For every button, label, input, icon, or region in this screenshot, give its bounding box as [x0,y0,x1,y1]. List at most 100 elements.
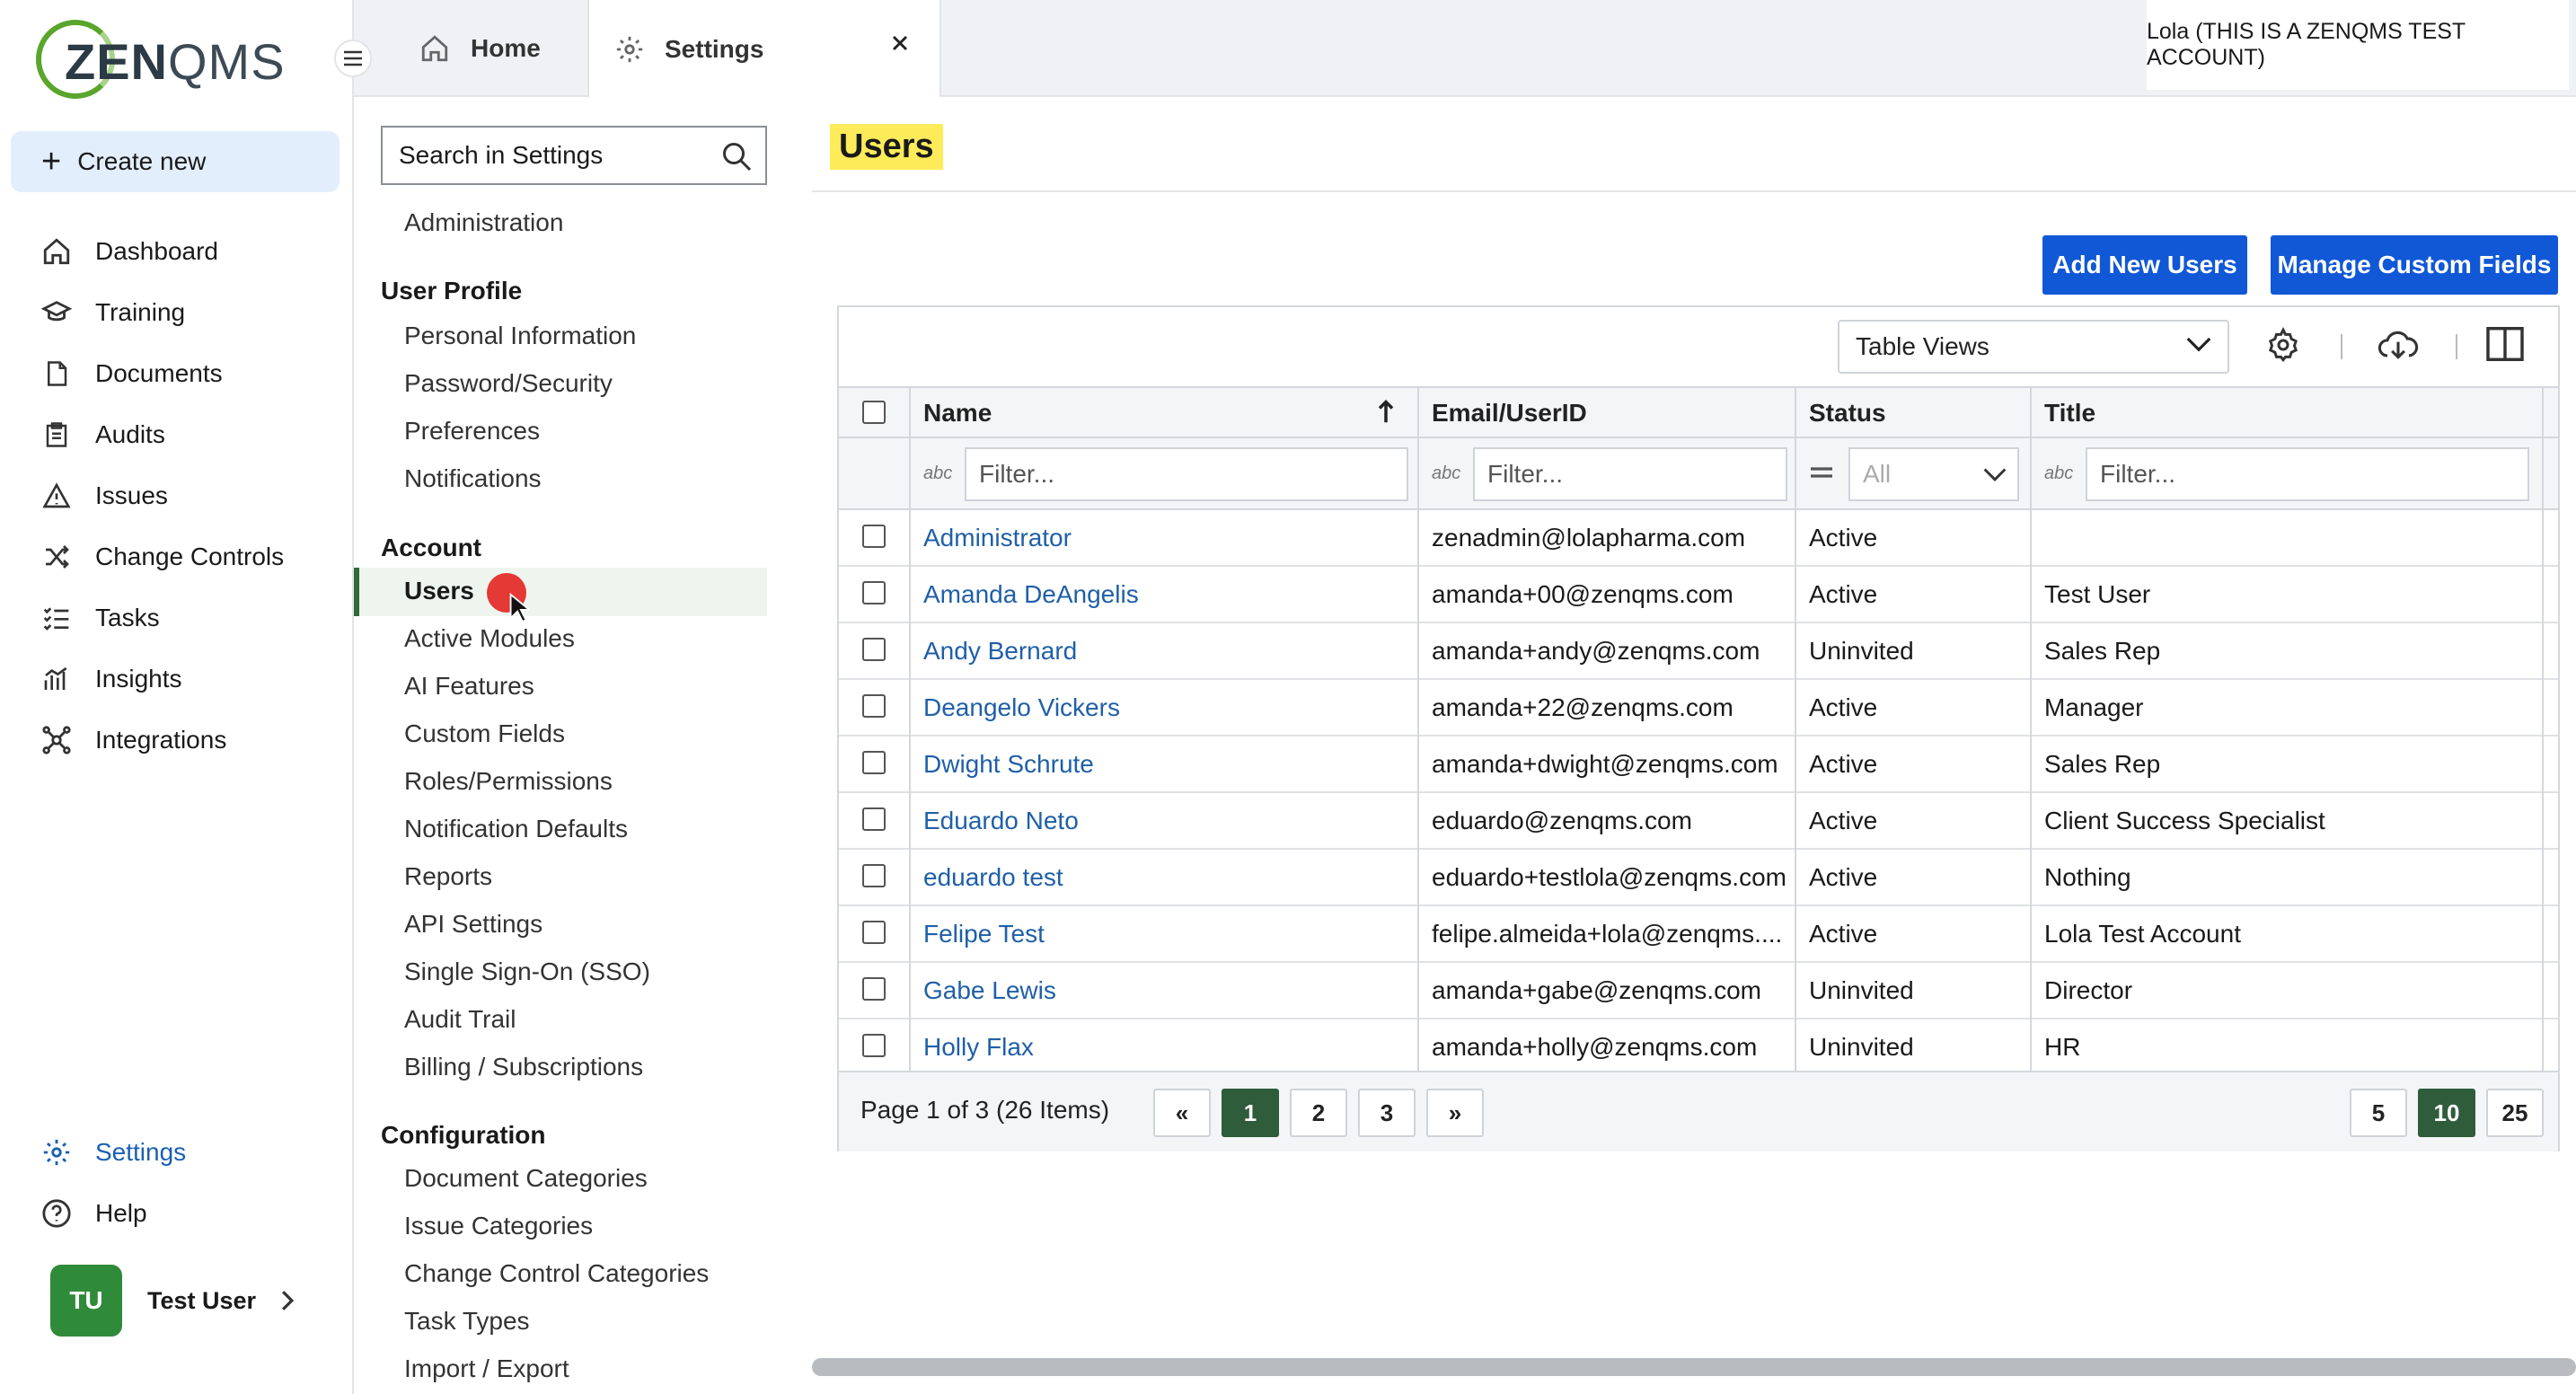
user-name-link[interactable]: Gabe Lewis [923,963,1408,1019]
menu-administration[interactable]: Administration [404,203,563,243]
menu-ai-features[interactable]: AI Features [404,666,534,706]
menu-issue-categories[interactable]: Issue Categories [404,1206,593,1246]
row-checkbox[interactable] [862,525,886,548]
nav-documents[interactable]: Documents [38,351,223,396]
nav-integrations[interactable]: Integrations [38,718,226,763]
table-row[interactable]: Dwight Schrute amanda+dwight@zenqms.com Ac… [839,737,2558,793]
row-checkbox[interactable] [862,921,886,944]
account-label[interactable]: Lola (THIS IS A ZENQMS TEST ACCOUNT) [2147,0,2569,90]
user-name-link[interactable]: Deangelo Vickers [923,680,1408,736]
row-checkbox[interactable] [862,694,886,718]
table-row[interactable]: Deangelo Vickers amanda+22@zenqms.com Acti… [839,680,2558,737]
menu-notifications[interactable]: Notifications [404,459,542,498]
sort-ascending-icon[interactable] [1378,399,1394,424]
page-button-1[interactable]: 1 [1222,1089,1279,1137]
menu-import-export[interactable]: Import / Export [404,1349,569,1389]
menu-audit-trail[interactable]: Audit Trail [404,1000,516,1039]
menu-users[interactable]: Users [404,571,474,611]
nav-tasks[interactable]: Tasks [38,596,160,640]
table-row[interactable]: Holly Flax amanda+holly@zenqms.com Uninvit… [839,1019,2558,1076]
page-size-10[interactable]: 10 [2418,1089,2475,1137]
table-row[interactable]: Gabe Lewis amanda+gabe@zenqms.com Uninvite… [839,963,2558,1019]
menu-notification-defaults[interactable]: Notification Defaults [404,809,628,849]
cloud-download-icon[interactable] [2377,327,2420,363]
user-name-link[interactable]: Dwight Schrute [923,737,1408,792]
menu-document-categories[interactable]: Document Categories [404,1159,648,1198]
nav-training[interactable]: Training [38,290,185,335]
zenqms-logo[interactable]: ZENQMS [36,20,285,99]
create-new-button[interactable]: + Create new [11,131,340,192]
menu-sso[interactable]: Single Sign-On (SSO) [404,952,650,992]
nav-insights[interactable]: Insights [38,657,182,701]
menu-api-settings[interactable]: API Settings [404,904,543,944]
table-row[interactable]: Felipe Test felipe.almeida+lola@zenqms...… [839,906,2558,963]
page-size-25[interactable]: 25 [2486,1089,2544,1137]
row-checkbox[interactable] [862,807,886,831]
table-row[interactable]: Administrator zenadmin@lolapharma.com Acti… [839,510,2558,567]
menu-custom-fields[interactable]: Custom Fields [404,714,565,754]
title-filter-input[interactable]: Filter... [2086,447,2529,501]
menu-preferences[interactable]: Preferences [404,411,540,451]
user-name-link[interactable]: Amanda DeAngelis [923,567,1408,622]
user-name-link[interactable]: Eduardo Neto [923,793,1408,849]
column-layout-icon[interactable] [2486,327,2524,361]
add-new-users-button[interactable]: Add New Users [2042,235,2247,295]
user-email: eduardo@zenqms.com [1432,807,1692,834]
user-name-link[interactable]: Holly Flax [923,1019,1408,1075]
menu-password-security[interactable]: Password/Security [404,364,613,403]
nav-settings[interactable]: Settings [38,1130,186,1175]
row-checkbox[interactable] [862,581,886,604]
user-name-link[interactable]: Administrator [923,510,1408,566]
gear-icon[interactable] [2265,327,2301,363]
row-checkbox[interactable] [862,1034,886,1057]
tab-home[interactable]: Home [419,0,541,97]
menu-active-modules[interactable]: Active Modules [404,619,575,658]
page-button-3[interactable]: 3 [1358,1089,1416,1137]
user-name-link[interactable]: Felipe Test [923,906,1408,962]
status-filter-select[interactable]: All [1848,447,2019,501]
nav-change-controls[interactable]: Change Controls [38,534,284,579]
table-row[interactable]: Amanda DeAngelis amanda+00@zenqms.com Acti… [839,567,2558,623]
column-header-title[interactable]: Title [2044,388,2095,438]
row-checkbox[interactable] [862,751,886,774]
row-checkbox[interactable] [862,638,886,661]
page-button-2[interactable]: 2 [1290,1089,1347,1137]
page-size-5[interactable]: 5 [2350,1089,2407,1137]
menu-change-control-categories[interactable]: Change Control Categories [404,1254,709,1293]
table-row[interactable]: Eduardo Neto eduardo@zenqms.com Active Clie… [839,793,2558,850]
user-profile-card[interactable]: TU Test User [50,1265,296,1337]
select-all-checkbox[interactable] [862,401,886,424]
tab-settings[interactable]: Settings [587,0,941,99]
column-header-email[interactable]: Email/UserID [1432,388,1587,438]
user-name-link[interactable]: eduardo test [923,850,1408,905]
user-name-link[interactable]: Andy Bernard [923,623,1408,679]
text-filter-icon: abc [2044,463,2074,483]
prev-page-button[interactable]: « [1153,1089,1211,1137]
menu-roles-permissions[interactable]: Roles/Permissions [404,762,613,801]
collapse-sidebar-button[interactable] [334,40,372,77]
settings-search-input[interactable]: Search in Settings [381,126,767,185]
row-checkbox[interactable] [862,977,886,1001]
nav-issues[interactable]: Issues [38,473,168,518]
table-row[interactable]: eduardo test eduardo+testlola@zenqms.com A… [839,850,2558,906]
menu-billing[interactable]: Billing / Subscriptions [404,1047,643,1087]
email-filter-input[interactable]: Filter... [1473,447,1787,501]
table-views-dropdown[interactable]: Table Views [1838,320,2229,374]
horizontal-scrollbar[interactable] [812,1358,2576,1376]
search-icon[interactable] [720,140,753,172]
next-page-button[interactable]: » [1426,1089,1484,1137]
manage-custom-fields-button[interactable]: Manage Custom Fields [2271,235,2558,295]
column-header-name[interactable]: Name [923,388,992,438]
table-row[interactable]: Andy Bernard amanda+andy@zenqms.com Uninvi… [839,623,2558,680]
nav-help[interactable]: Help [38,1191,147,1236]
menu-personal-information[interactable]: Personal Information [404,316,636,356]
user-title: Manager [2044,693,2144,721]
menu-reports[interactable]: Reports [404,857,492,896]
nav-dashboard[interactable]: Dashboard [38,229,218,274]
name-filter-input[interactable]: Filter... [965,447,1408,501]
nav-audits[interactable]: Audits [38,412,165,457]
row-checkbox[interactable] [862,864,886,887]
close-icon[interactable] [891,34,909,52]
menu-task-types[interactable]: Task Types [404,1301,530,1341]
column-header-status[interactable]: Status [1809,388,1886,438]
